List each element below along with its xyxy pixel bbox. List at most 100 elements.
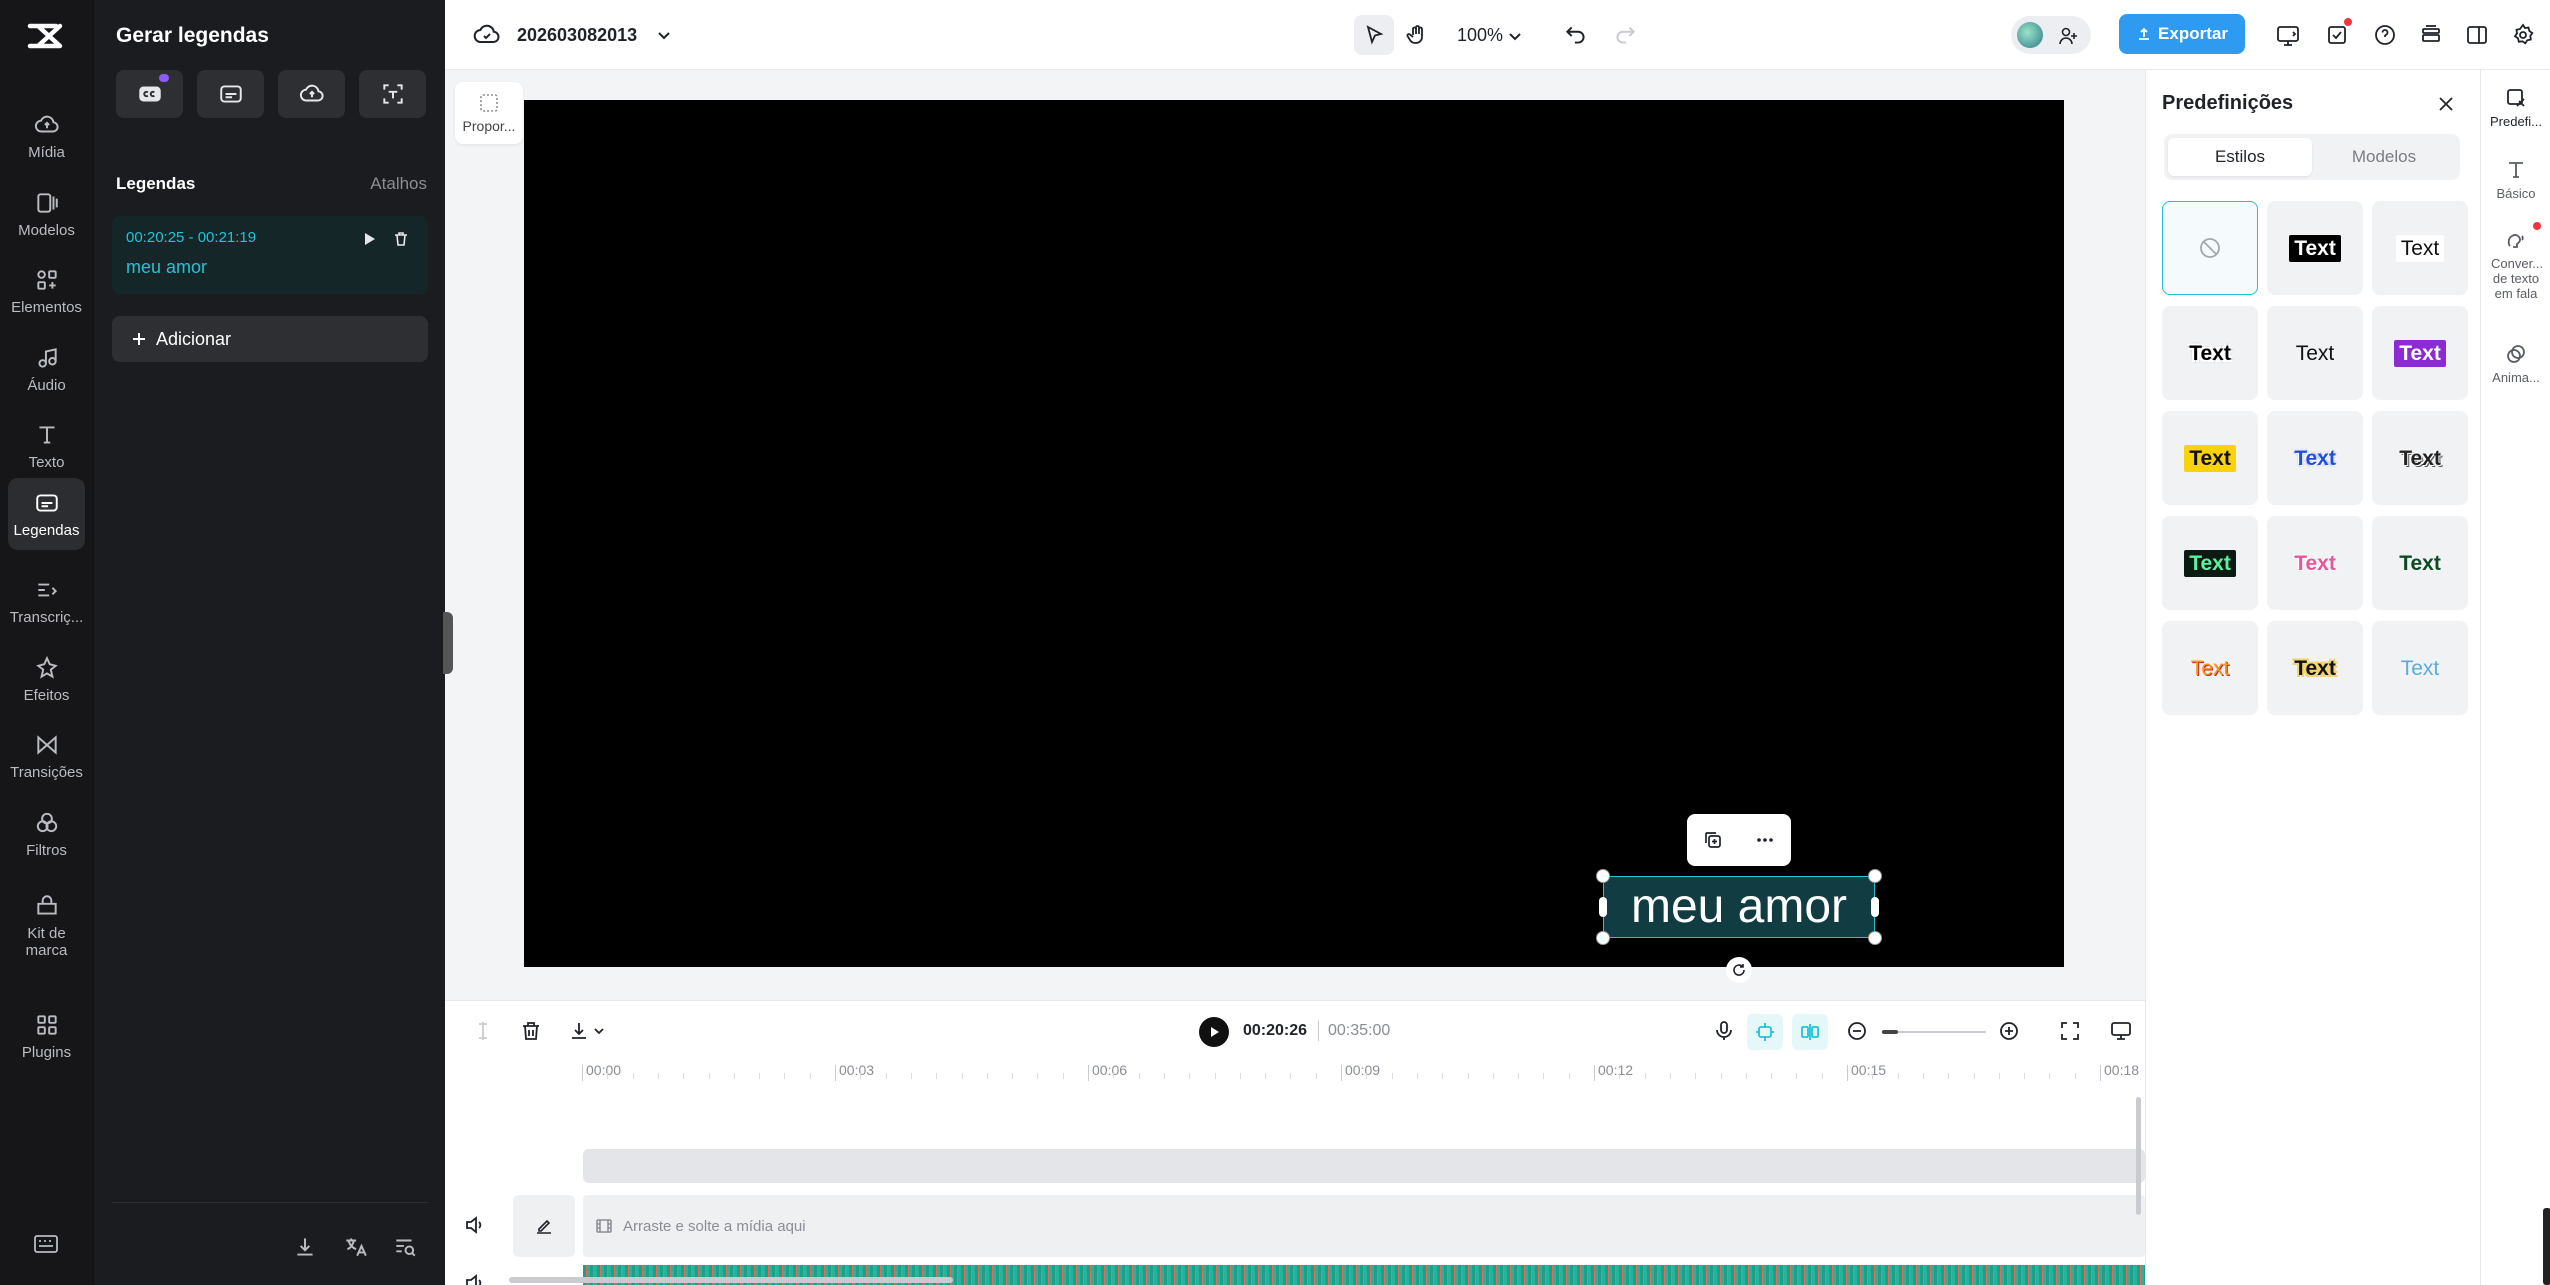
- preset-tile[interactable]: Text: [2267, 201, 2363, 295]
- select-tool-button[interactable]: [1354, 15, 1394, 55]
- trash-icon[interactable]: [519, 1019, 543, 1043]
- layers-icon[interactable]: [2418, 22, 2444, 48]
- rail-item-midia[interactable]: Mídia: [8, 100, 85, 172]
- rail-tab-text-to-speech[interactable]: Conver... de texto em fala: [2481, 228, 2550, 301]
- avatar[interactable]: [2017, 22, 2043, 48]
- play-icon[interactable]: [360, 230, 378, 248]
- subtitle-item[interactable]: 00:20:25 - 00:21:19 meu amor: [112, 216, 428, 294]
- preset-none[interactable]: [2162, 201, 2258, 295]
- timeline-zoom-slider[interactable]: [1882, 1030, 1986, 1034]
- trash-icon[interactable]: [392, 230, 410, 248]
- resize-handle[interactable]: [1599, 897, 1607, 917]
- hand-tool-button[interactable]: [1397, 15, 1437, 55]
- aspect-ratio-button[interactable]: Propor...: [455, 82, 523, 144]
- rail-tab-basico[interactable]: Básico: [2481, 158, 2550, 201]
- download-icon[interactable]: [292, 1234, 318, 1260]
- scan-captions-button[interactable]: [359, 70, 426, 118]
- preset-tile[interactable]: Text: [2267, 411, 2363, 505]
- close-icon[interactable]: [2436, 94, 2456, 114]
- preview-monitor-icon[interactable]: [2109, 1019, 2133, 1043]
- subtitle-text[interactable]: meu amor: [126, 257, 207, 278]
- scrollbar[interactable]: [2543, 1208, 2550, 1285]
- edit-track-button[interactable]: [513, 1195, 575, 1257]
- help-icon[interactable]: [2372, 22, 2398, 48]
- preset-tile[interactable]: Text: [2267, 516, 2363, 610]
- timeline-ruler[interactable]: 00:00 00:03 00:06 00:09 00:12 00:15 00:18: [445, 1061, 2145, 1085]
- link-clips-toggle[interactable]: [1792, 1014, 1828, 1050]
- add-subtitle-button[interactable]: Adicionar: [112, 316, 428, 362]
- preset-tile[interactable]: Text: [2267, 306, 2363, 400]
- rail-item-legendas[interactable]: Legendas: [8, 478, 85, 550]
- gear-icon[interactable]: [2510, 22, 2536, 48]
- play-button[interactable]: [1199, 1017, 1229, 1047]
- collaborators[interactable]: [2011, 16, 2091, 54]
- present-icon[interactable]: [2275, 22, 2301, 48]
- chevron-down-icon[interactable]: [655, 26, 673, 44]
- volume-icon[interactable]: [463, 1213, 487, 1237]
- rail-item-audio[interactable]: Áudio: [8, 333, 85, 405]
- preset-tile[interactable]: Text: [2162, 621, 2258, 715]
- preset-tile[interactable]: Text: [2162, 516, 2258, 610]
- upload-captions-button[interactable]: [278, 70, 345, 118]
- more-icon[interactable]: [1754, 829, 1776, 851]
- export-button[interactable]: Exportar: [2119, 14, 2245, 54]
- preset-tile[interactable]: Text: [2372, 306, 2468, 400]
- rail-tab-animacao[interactable]: Anima...: [2481, 342, 2550, 385]
- layout-panel-icon[interactable]: [2464, 22, 2490, 48]
- resize-handle[interactable]: [1596, 931, 1610, 945]
- rail-item-transicoes[interactable]: Transições: [8, 720, 85, 792]
- rail-item-elementos[interactable]: Elementos: [8, 255, 85, 327]
- rail-item-plugins[interactable]: Plugins: [8, 1000, 85, 1072]
- undo-icon[interactable]: [1563, 22, 1589, 48]
- rail-item-efeitos[interactable]: Efeitos: [8, 643, 85, 715]
- preset-tile[interactable]: Text: [2372, 621, 2468, 715]
- zoom-dropdown[interactable]: 100%: [1457, 25, 1523, 46]
- keyboard-icon[interactable]: [32, 1232, 60, 1256]
- fullscreen-icon[interactable]: [2058, 1019, 2082, 1043]
- magnet-snap-toggle[interactable]: [1747, 1014, 1783, 1050]
- rail-item-kit-de-marca[interactable]: Kit de marca: [8, 878, 85, 974]
- rail-item-transcricao[interactable]: Transcriç...: [8, 565, 85, 637]
- preset-tile[interactable]: Text: [2267, 621, 2363, 715]
- download-dropdown-icon[interactable]: [569, 1019, 609, 1043]
- vertical-scrollbar[interactable]: [2136, 1097, 2141, 1215]
- resize-handle[interactable]: [1871, 897, 1879, 917]
- resize-handle[interactable]: [1868, 931, 1882, 945]
- panel-collapse-handle[interactable]: [443, 612, 453, 674]
- duplicate-icon[interactable]: [1702, 829, 1724, 851]
- preset-tile[interactable]: Text: [2162, 411, 2258, 505]
- preset-tile[interactable]: Text: [2372, 411, 2468, 505]
- search-list-icon[interactable]: [392, 1234, 418, 1260]
- tab-estilos[interactable]: Estilos: [2168, 138, 2312, 176]
- caption-selection-box[interactable]: meu amor: [1596, 869, 1882, 945]
- rail-item-filtros[interactable]: Filtros: [8, 798, 85, 870]
- main-video-track[interactable]: Arraste e solte a mídia aqui: [583, 1195, 2145, 1257]
- project-name[interactable]: 202603082013: [517, 25, 637, 46]
- video-preview[interactable]: [524, 100, 2064, 967]
- manual-captions-button[interactable]: [197, 70, 264, 118]
- zoom-out-icon[interactable]: [1845, 1019, 1869, 1043]
- horizontal-scrollbar[interactable]: [509, 1277, 953, 1283]
- rotate-handle[interactable]: [1726, 957, 1752, 983]
- rail-item-texto[interactable]: Texto: [8, 410, 85, 482]
- translate-icon[interactable]: [342, 1234, 368, 1260]
- shortcuts-link[interactable]: Atalhos: [370, 174, 427, 194]
- caption-text[interactable]: meu amor: [1604, 877, 1874, 937]
- preset-tile[interactable]: Text: [2162, 306, 2258, 400]
- volume-icon[interactable]: [463, 1271, 487, 1285]
- auto-captions-button[interactable]: [116, 70, 183, 118]
- rail-item-modelos[interactable]: Modelos: [8, 178, 85, 250]
- cloud-sync-icon[interactable]: [473, 22, 501, 48]
- split-icon[interactable]: [471, 1019, 495, 1043]
- zoom-in-icon[interactable]: [1997, 1019, 2021, 1043]
- subtitle-track[interactable]: [583, 1149, 2145, 1183]
- tab-modelos[interactable]: Modelos: [2312, 138, 2456, 176]
- microphone-icon[interactable]: [1712, 1019, 1736, 1043]
- preset-tile[interactable]: Text: [2372, 201, 2468, 295]
- resize-handle[interactable]: [1596, 869, 1610, 883]
- rail-tab-presets[interactable]: Predefi...: [2481, 86, 2550, 129]
- resize-handle[interactable]: [1868, 869, 1882, 883]
- redo-icon[interactable]: [1612, 22, 1638, 48]
- preset-tile[interactable]: Text: [2372, 516, 2468, 610]
- add-user-icon[interactable]: [2057, 25, 2079, 47]
